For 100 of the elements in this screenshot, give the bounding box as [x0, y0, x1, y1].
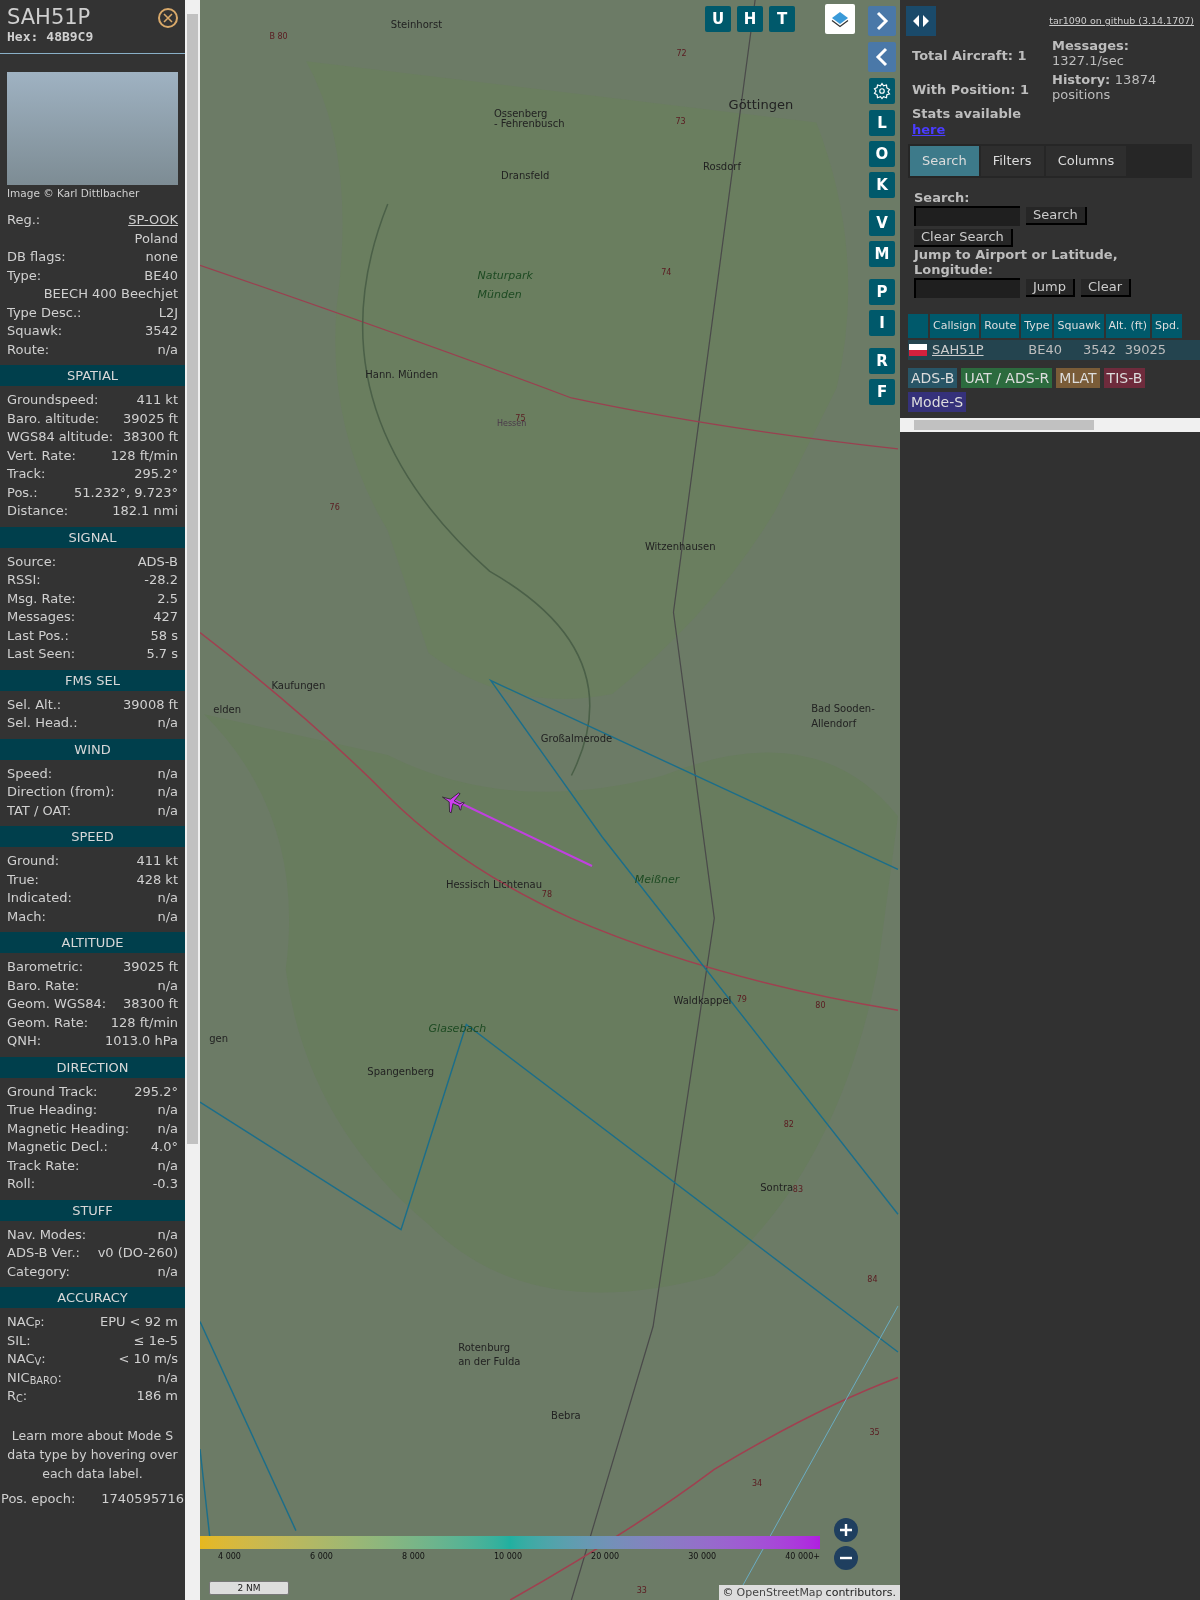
search-field[interactable]	[914, 206, 1020, 226]
field-value: BE40	[144, 266, 178, 285]
field-value: n/a	[157, 1368, 178, 1387]
source-legend-tag: Mode-S	[908, 392, 967, 412]
zoom-out-icon[interactable]	[834, 1546, 858, 1570]
expand-right-icon[interactable]	[868, 6, 896, 36]
clear-button[interactable]: Clear	[1081, 279, 1131, 297]
toggle-sidebar-icon[interactable]	[906, 6, 936, 36]
field-value: v0 (DO-260)	[97, 1244, 178, 1262]
map-label: 78	[541, 890, 552, 899]
section-header: ACCURACY	[0, 1287, 185, 1308]
map-toggle-button[interactable]: F	[869, 379, 895, 405]
field-value: 4.0°	[150, 1138, 178, 1156]
registration-link[interactable]: SP-OOK	[128, 211, 178, 230]
jump-field[interactable]	[914, 278, 1020, 298]
layers-icon[interactable]	[825, 4, 855, 34]
field-value: BEECH 400 Beechjet	[43, 285, 178, 303]
field-label: QNH:	[7, 1032, 42, 1050]
close-icon[interactable]	[158, 8, 178, 28]
map-toggle-button[interactable]: K	[869, 172, 895, 198]
field-value: 51.232°, 9.723°	[74, 483, 178, 502]
map-label: elden	[213, 705, 242, 716]
field-value: -0.3	[152, 1175, 178, 1193]
field-label: Pos. epoch:	[1, 1489, 76, 1508]
field-label: Source:	[7, 552, 57, 571]
settings-icon[interactable]	[869, 78, 895, 104]
scrollbar[interactable]	[185, 0, 200, 1600]
field-label: SIL:	[7, 1331, 31, 1350]
github-link[interactable]: tar1090 on github (3.14.1707)	[1049, 14, 1194, 29]
collapse-left-icon[interactable]	[868, 42, 896, 72]
table-cell-text: 39025	[1123, 341, 1167, 359]
field-value: 128 ft/min	[110, 1013, 178, 1032]
field-value: n/a	[157, 889, 178, 907]
map-toggle-button[interactable]: U	[705, 6, 731, 32]
map-toggle-button[interactable]: P	[869, 279, 895, 305]
field-label: Vert. Rate:	[7, 446, 76, 465]
attribution-link[interactable]: OpenStreetMap	[736, 1585, 823, 1600]
field-value: 39008 ft	[123, 695, 178, 714]
field-label: Sel. Alt.:	[7, 695, 62, 714]
field-label: Pos.:	[7, 483, 38, 502]
map-label: an der Fulda	[458, 1357, 521, 1368]
scale-tick-label: 8 000	[402, 1551, 425, 1563]
column-header[interactable]: Spd.	[1152, 314, 1183, 338]
map-label: 74	[661, 269, 672, 278]
map-toggle-button[interactable]: H	[737, 6, 763, 32]
field-label: Squawk:	[7, 322, 63, 340]
tab[interactable]: Columns	[1045, 146, 1127, 176]
map-toggle-button[interactable]: O	[869, 141, 895, 167]
field-label: DB flags:	[7, 248, 66, 266]
field-label: Distance:	[7, 502, 69, 520]
map-label: Hann. Münden	[365, 370, 439, 381]
column-header[interactable]: Route	[981, 314, 1020, 338]
field-label: Msg. Rate:	[7, 589, 76, 608]
field-label: Geom. WGS84:	[7, 995, 107, 1013]
map-label: Rotenburg	[458, 1342, 511, 1353]
horizontal-scrollbar[interactable]	[900, 418, 1200, 432]
field-value: 5.7 s	[146, 645, 178, 663]
field-label: Mach:	[7, 907, 46, 926]
clear-search-button[interactable]: Clear Search	[914, 229, 1013, 247]
field-value: 411 kt	[136, 391, 178, 409]
map-label: Waldkappel	[673, 995, 732, 1006]
jump-button[interactable]: Jump	[1026, 279, 1075, 297]
column-header[interactable]: Squawk	[1054, 314, 1104, 338]
field-label: Nav. Modes:	[7, 1225, 87, 1244]
field-label: Last Pos.:	[7, 626, 69, 645]
field-value: n/a	[157, 1101, 178, 1119]
map-toggle-button[interactable]: M	[869, 241, 895, 267]
map-toggle-button[interactable]: T	[769, 6, 795, 32]
aircraft-row[interactable]: SAH51P BE40 3542 39025	[908, 340, 1200, 360]
section-header: SPEED	[0, 826, 185, 847]
field-label: Category:	[7, 1262, 70, 1281]
column-header[interactable]: Callsign	[930, 314, 980, 338]
map-toggle-button[interactable]: R	[869, 348, 895, 374]
map-label: Spangenberg	[367, 1067, 435, 1078]
field-label: Magnetic Heading:	[7, 1119, 130, 1138]
callsign-link[interactable]: SAH51P	[930, 340, 982, 360]
field-label: NAC$_{V}$:	[7, 1350, 46, 1369]
field-value: ≤ 1e-5	[133, 1331, 178, 1350]
field-label: Messages:	[7, 608, 76, 626]
tab[interactable]: Filters	[980, 146, 1044, 176]
zoom-in-icon[interactable]	[834, 1518, 858, 1542]
tab[interactable]: Search	[910, 146, 979, 176]
map-label: Hessisch Lichtenau	[445, 879, 543, 890]
map-toggle-button[interactable]: I	[869, 310, 895, 336]
map-label: gen	[209, 1033, 228, 1044]
column-header[interactable]: Type	[1021, 314, 1053, 338]
map-toggle-button[interactable]: V	[869, 210, 895, 236]
field-value: n/a	[157, 340, 178, 359]
field-label: Ground:	[7, 852, 60, 870]
map-label: Dransfeld	[501, 171, 550, 182]
map-toggle-button[interactable]: L	[869, 110, 895, 136]
source-legend-tag: TIS-B	[1103, 368, 1146, 388]
search-button[interactable]: Search	[1026, 207, 1087, 225]
map-label: 33	[636, 1586, 647, 1595]
map-label: Allendorf	[811, 719, 857, 730]
section-header: STUFF	[0, 1199, 185, 1221]
hex-label: Hex:	[7, 29, 39, 45]
field-value: n/a	[157, 1156, 178, 1175]
field-value: 295.2°	[134, 465, 178, 483]
column-header[interactable]: Alt. (ft)	[1105, 314, 1150, 338]
